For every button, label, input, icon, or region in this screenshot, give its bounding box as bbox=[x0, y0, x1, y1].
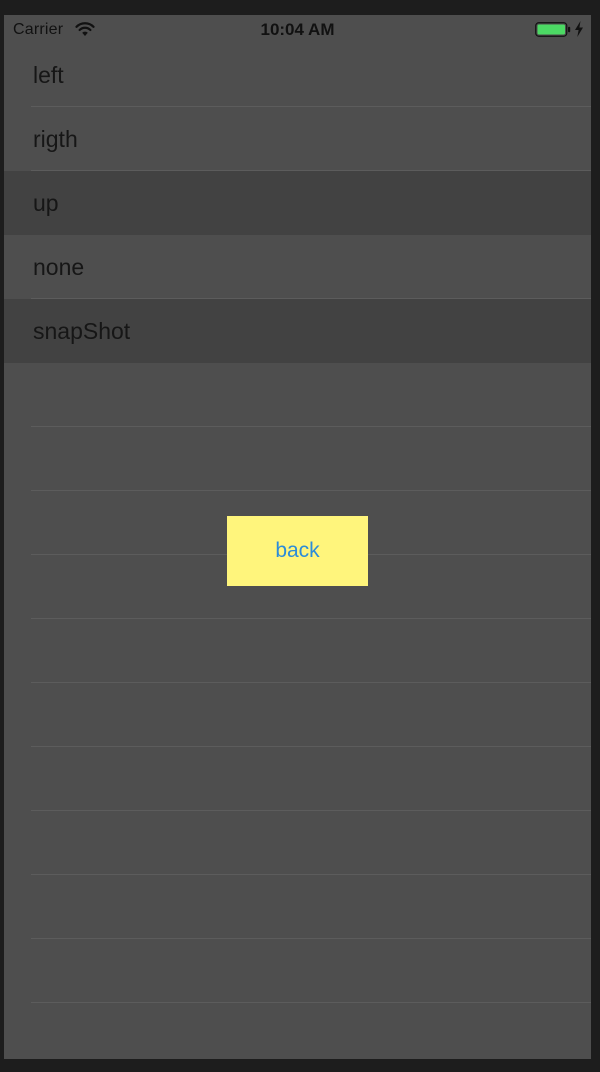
table-row[interactable]: left bbox=[4, 43, 591, 107]
back-button[interactable]: back bbox=[227, 516, 368, 586]
empty-table-row bbox=[4, 939, 591, 1003]
back-button-label: back bbox=[275, 539, 320, 562]
table-row-label: none bbox=[33, 254, 85, 280]
empty-table-row bbox=[4, 875, 591, 939]
empty-table-row bbox=[4, 427, 591, 491]
table-row[interactable]: up bbox=[4, 171, 591, 235]
status-time: 10:04 AM bbox=[260, 20, 335, 39]
table-row-label: left bbox=[33, 62, 64, 88]
table-row[interactable]: snapShot bbox=[4, 299, 591, 363]
empty-table-row bbox=[4, 363, 591, 427]
status-bar: Carrier 10:04 AM bbox=[4, 15, 591, 45]
table-row-label: rigth bbox=[33, 126, 78, 152]
battery-icon bbox=[535, 22, 571, 37]
table-row-label: snapShot bbox=[33, 318, 131, 344]
app-screen: Carrier 10:04 AM left rigth up none snapShot… bbox=[4, 15, 591, 1059]
table-row[interactable]: none bbox=[4, 235, 591, 299]
empty-table-row bbox=[4, 683, 591, 747]
empty-table-row bbox=[4, 619, 591, 683]
charging-bolt-icon bbox=[575, 21, 583, 37]
empty-table-row bbox=[4, 747, 591, 811]
table-row-label: up bbox=[33, 190, 59, 216]
empty-table-row bbox=[4, 1003, 591, 1059]
table-row[interactable]: rigth bbox=[4, 107, 591, 171]
empty-table-row bbox=[4, 811, 591, 875]
